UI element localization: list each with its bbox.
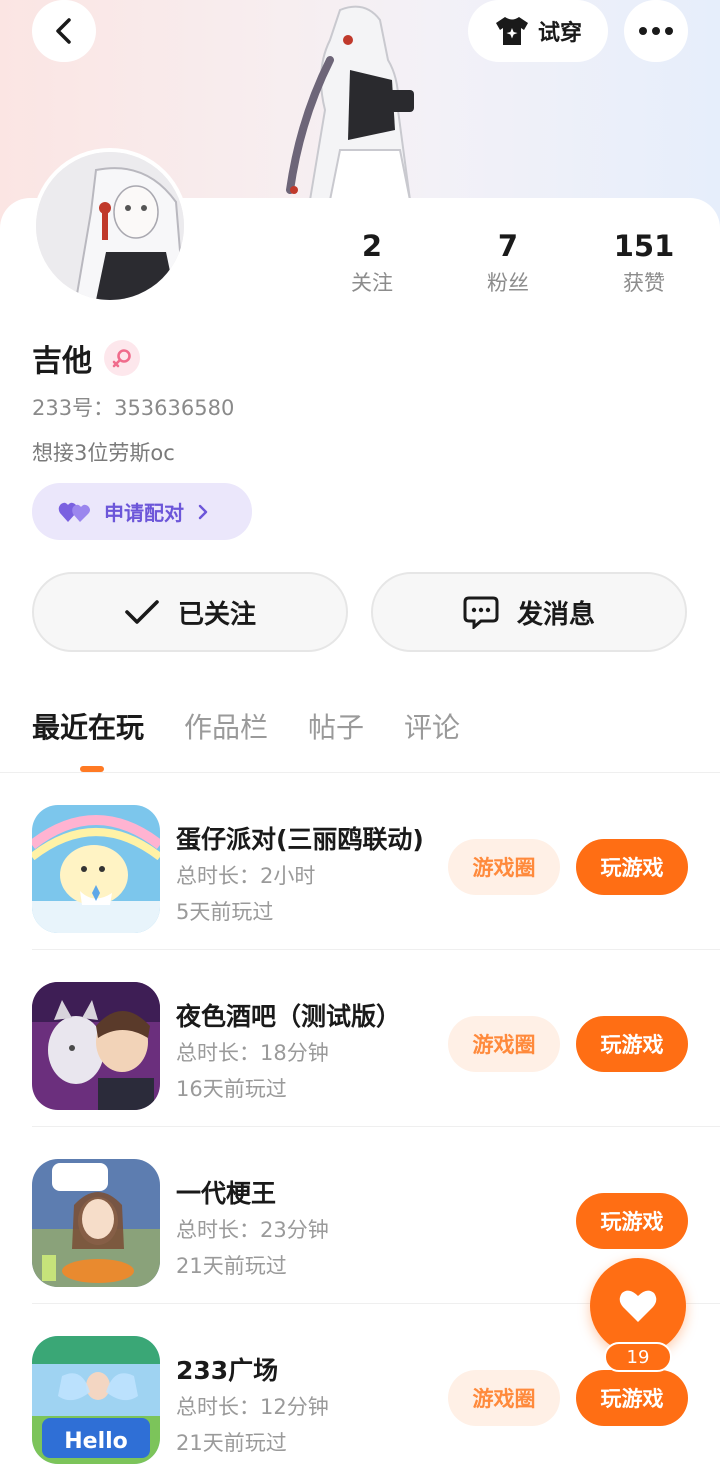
avatar-image <box>36 152 184 300</box>
play-game-button[interactable]: 玩游戏 <box>576 1016 688 1072</box>
tab-posts[interactable]: 帖子 <box>308 706 364 766</box>
tab-works[interactable]: 作品栏 <box>184 706 268 766</box>
like-count-badge: 19 <box>604 1342 672 1372</box>
play-game-button[interactable]: 玩游戏 <box>576 839 688 895</box>
avatar[interactable] <box>32 148 188 304</box>
tab-comments[interactable]: 评论 <box>404 706 460 766</box>
game-duration: 总时长：12分钟 <box>176 1395 329 1419</box>
tabs-divider <box>0 772 720 773</box>
game-duration: 总时长：18分钟 <box>176 1041 329 1065</box>
stat-followers[interactable]: 7 粉丝 <box>448 226 568 300</box>
check-icon <box>125 600 159 624</box>
profile-tabs: 最近在玩 作品栏 帖子 评论 <box>32 706 460 766</box>
stat-likes[interactable]: 151 获赞 <box>584 226 704 300</box>
game-circle-button[interactable]: 游戏圈 <box>448 1016 560 1072</box>
game-icon-image <box>32 1159 160 1287</box>
game-last-played: 21天前玩过 <box>176 1254 287 1278</box>
followed-button[interactable]: 已关注 <box>32 572 348 652</box>
game-row[interactable]: 夜色酒吧（测试版） 总时长：18分钟 16天前玩过 游戏圈 玩游戏 <box>32 951 720 1127</box>
game-title: 蛋仔派对(三丽鸥联动) <box>176 825 424 854</box>
game-icon-image <box>32 805 160 933</box>
like-button[interactable] <box>590 1258 686 1354</box>
stat-likes-label: 获赞 <box>623 271 665 295</box>
stat-following-label: 关注 <box>351 271 393 295</box>
profile-page: 试穿 2 关注 7 粉丝 151 获赞 吉他 233号：353636580 想接… <box>0 0 720 1474</box>
user-id: 233号：353636580 <box>32 396 235 420</box>
row-divider <box>32 1126 720 1127</box>
row-divider <box>32 949 720 950</box>
stat-followers-value: 7 <box>497 229 519 263</box>
game-duration: 总时长：2小时 <box>176 864 316 888</box>
game-title: 233广场 <box>176 1356 279 1385</box>
apply-match-label: 申请配对 <box>104 501 184 525</box>
try-on-label: 试穿 <box>537 21 582 46</box>
game-circle-button[interactable]: 游戏圈 <box>448 1370 560 1426</box>
stat-following-value: 2 <box>361 229 383 263</box>
stat-following[interactable]: 2 关注 <box>312 226 432 300</box>
chat-bubble-icon <box>463 596 499 629</box>
game-row[interactable]: 蛋仔派对(三丽鸥联动) 总时长：2小时 5天前玩过 游戏圈 玩游戏 <box>32 774 720 950</box>
female-gender-icon <box>104 340 140 376</box>
character-figure-illustration <box>286 5 414 201</box>
tab-recently-played[interactable]: 最近在玩 <box>32 706 144 766</box>
try-on-button[interactable]: 试穿 <box>468 0 608 62</box>
send-message-label: 发消息 <box>516 599 595 630</box>
play-game-button[interactable]: 玩游戏 <box>576 1193 688 1249</box>
name-row: 吉他 <box>32 336 140 380</box>
game-duration: 总时长：23分钟 <box>176 1218 329 1242</box>
profile-name: 吉他 <box>32 344 92 379</box>
game-icon-image <box>32 982 160 1110</box>
game-circle-button[interactable]: 游戏圈 <box>448 839 560 895</box>
followed-label: 已关注 <box>177 599 256 630</box>
chevron-left-icon <box>56 18 71 44</box>
game-title: 夜色酒吧（测试版） <box>176 1002 402 1031</box>
game-last-played: 5天前玩过 <box>176 900 274 924</box>
game-icon-image: Hello <box>32 1336 160 1464</box>
stat-likes-value: 151 <box>613 229 675 263</box>
chevron-right-icon <box>198 504 208 519</box>
game-title: 一代梗王 <box>176 1179 277 1208</box>
user-bio: 想接3位劳斯oc <box>32 441 175 465</box>
tshirt-sparkle-icon <box>495 17 528 45</box>
game-last-played: 16天前玩过 <box>176 1077 287 1101</box>
heart-icon <box>619 1290 657 1322</box>
double-heart-icon <box>58 502 90 522</box>
hello-world-logo-text: Hello <box>64 1429 128 1454</box>
more-button[interactable] <box>624 0 688 62</box>
more-icon <box>639 27 673 35</box>
play-game-button[interactable]: 玩游戏 <box>576 1370 688 1426</box>
apply-match-button[interactable]: 申请配对 <box>32 483 252 540</box>
game-last-played: 21天前玩过 <box>176 1431 287 1455</box>
stat-followers-label: 粉丝 <box>487 271 529 295</box>
back-button[interactable] <box>32 0 96 62</box>
send-message-button[interactable]: 发消息 <box>371 572 687 652</box>
